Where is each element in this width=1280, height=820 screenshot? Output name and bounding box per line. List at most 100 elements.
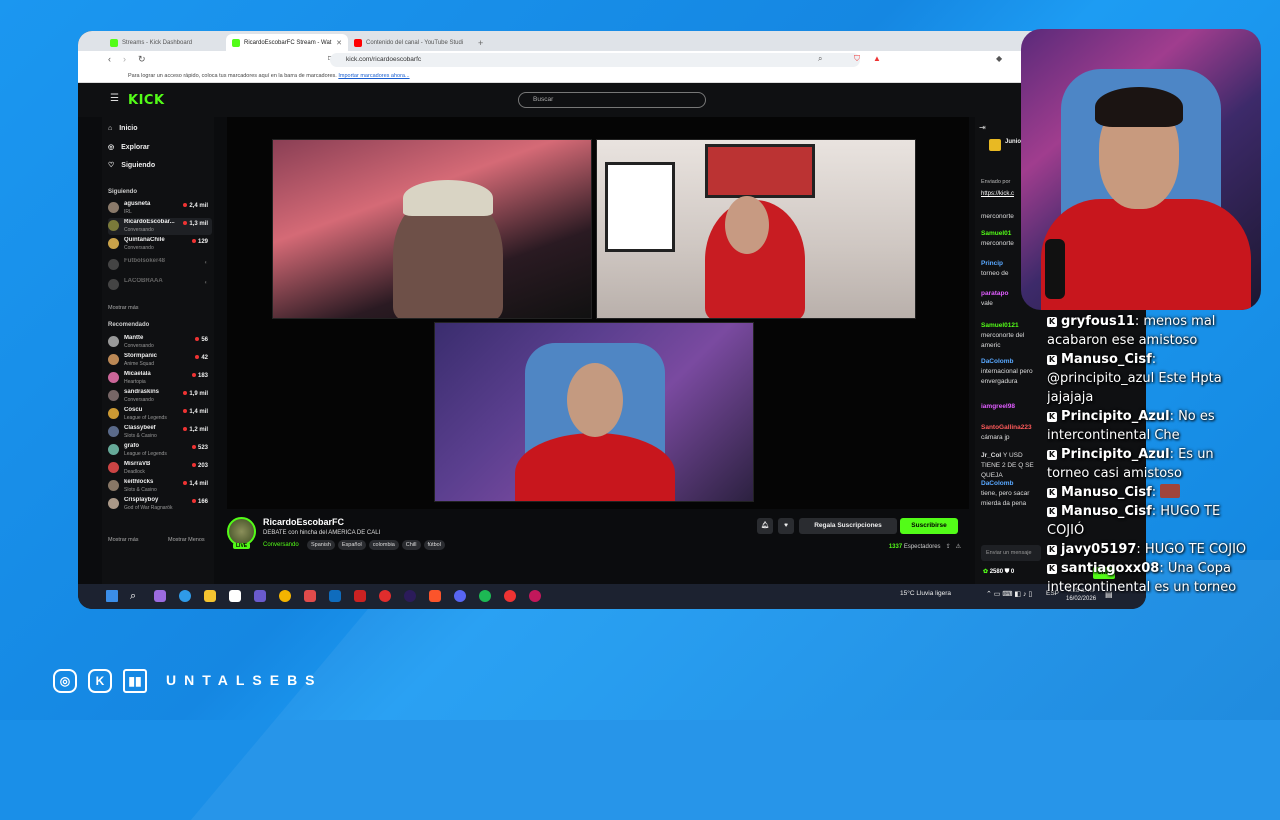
stream-category[interactable]: Conversando — [263, 542, 299, 548]
windows-start-icon[interactable] — [106, 590, 118, 602]
recommended-channel[interactable]: Coscu League of Legends 1,4 mil — [108, 406, 212, 423]
tag[interactable]: Chill — [401, 540, 421, 550]
recommended-channel[interactable]: keithlocks Slots & Casino 1,4 mil — [108, 478, 212, 495]
show-less-link[interactable]: Mostrar Menos — [168, 537, 205, 543]
import-bookmarks-link[interactable]: Importar marcadores ahora... — [338, 73, 409, 79]
recommended-channel[interactable]: Mantte Conversando 56 — [108, 334, 212, 351]
chat-message: iamgreel98 — [981, 402, 1041, 412]
pinned-note: Enviado por — [981, 179, 1011, 185]
tag[interactable]: fútbol — [423, 540, 445, 550]
pinned-link[interactable]: https://kick.c — [981, 191, 1014, 197]
bell-icon[interactable]: 🔔︎ — [757, 518, 773, 534]
recommended-channel[interactable]: MisrraVB Deadlock 203 — [108, 460, 212, 477]
store-icon[interactable] — [254, 590, 266, 602]
address-bar-row: ‹ › ↻ ⌑ kick.com/ricardoescobarfc ⌕ ⛉ ▲ … — [78, 51, 1146, 69]
following-header: Siguiendo — [108, 189, 137, 195]
kick-logo[interactable]: KICK — [128, 93, 165, 108]
chat-user[interactable]: Samuel01 — [981, 230, 1011, 237]
forward-icon[interactable]: › — [123, 54, 126, 64]
recorder-icon[interactable] — [504, 590, 516, 602]
follow-heart-icon[interactable]: ♥ — [778, 518, 794, 534]
new-tab-button[interactable]: + — [472, 34, 486, 51]
chat-user: gryfous11 — [1061, 314, 1135, 329]
browser-tab-bar: Streams - Kick Dashboard RicardoEscobarF… — [78, 31, 1146, 51]
zoom-icon[interactable]: ⌕ — [818, 54, 822, 64]
spotify-icon[interactable] — [479, 590, 491, 602]
subscribe-button[interactable]: Suscribirse — [900, 518, 958, 534]
chat-user[interactable]: DaColomb — [981, 358, 1014, 365]
chat-input[interactable]: Enviar un mensaje — [981, 545, 1041, 561]
chat-user[interactable]: Jr_Col — [981, 452, 1001, 459]
brave-shield-icon[interactable]: ⛉ — [854, 54, 860, 64]
app-icon[interactable] — [379, 590, 391, 602]
recommended-channel[interactable]: sandraskins Conversando 1,9 mil — [108, 388, 212, 405]
back-icon[interactable]: ‹ — [108, 54, 111, 64]
nav-inicio[interactable]: ⌂ Inicio — [108, 125, 138, 132]
nav-label: Siguiendo — [121, 161, 156, 169]
chat-text: HUGO TE COJIO — [1144, 542, 1247, 557]
viewer-label: Espectadores — [903, 544, 941, 550]
show-more-link[interactable]: Mostrar más — [108, 305, 139, 311]
video-player[interactable] — [227, 117, 969, 509]
tab-kick-dashboard[interactable]: Streams - Kick Dashboard — [104, 34, 226, 51]
obs-icon[interactable] — [404, 590, 416, 602]
chat-user[interactable]: Princip — [981, 260, 1003, 267]
channel-category: Anime Squad — [124, 361, 155, 367]
following-channel[interactable]: QuintanaChile Conversando 129 — [108, 236, 212, 253]
news-icon[interactable] — [354, 590, 366, 602]
file-explorer-icon[interactable] — [204, 590, 216, 602]
collapse-chat-icon[interactable]: ⇥ — [979, 123, 986, 132]
brave-icon[interactable] — [429, 590, 441, 602]
recommended-channel[interactable]: Stormpanic Anime Squad 42 — [108, 352, 212, 369]
weather-widget[interactable]: 15°C Lluvia ligera — [900, 590, 951, 597]
calendar-icon[interactable] — [229, 590, 241, 602]
search-input[interactable]: Buscar — [518, 92, 706, 108]
discord-icon[interactable] — [454, 590, 466, 602]
extension-icon[interactable]: ◆ — [996, 54, 1002, 63]
channel-name[interactable]: RicardoEscobarFC — [263, 517, 344, 527]
tag[interactable]: Español — [337, 540, 366, 550]
chat-user[interactable]: paratapo — [981, 290, 1008, 297]
chat-user[interactable]: Samuel0121 — [981, 322, 1019, 329]
channel-avatar[interactable] — [227, 517, 256, 546]
chrome-icon[interactable] — [279, 590, 291, 602]
viewer-count: 1,9 mil — [183, 391, 208, 397]
following-channel-offline[interactable]: LACOBRAAA ◐ — [108, 277, 212, 294]
nav-siguiendo[interactable]: ♡ Siguiendo — [108, 161, 156, 170]
show-more-link[interactable]: Mostrar más — [108, 537, 139, 543]
report-icon[interactable]: ⚠ — [956, 544, 961, 550]
points-value: 2580 — [989, 569, 1004, 575]
rewards-icon[interactable]: ▲ — [873, 54, 881, 63]
chat-user[interactable]: DaColomb — [981, 480, 1014, 487]
recommended-channel[interactable]: grafo League of Legends 523 — [108, 442, 212, 459]
recommended-channel[interactable]: Crisplayboy God of War Ragnarök 166 — [108, 496, 212, 513]
recommended-channel[interactable]: Micaelala Heartopia 183 — [108, 370, 212, 387]
following-channel[interactable]: agusneta IRL 2,4 mil — [108, 200, 212, 217]
reload-icon[interactable]: ↻ — [138, 54, 146, 65]
chat-user[interactable]: iamgreel98 — [981, 403, 1015, 410]
edge-icon[interactable] — [179, 590, 191, 602]
tab-youtube-studio[interactable]: Contenido del canal - YouTube Studi — [348, 34, 470, 51]
nav-explorar[interactable]: ◎ Explorar — [108, 143, 150, 152]
search-icon[interactable]: ⌕ — [130, 590, 142, 602]
photos-icon[interactable] — [304, 590, 316, 602]
following-channel[interactable]: RicardoEscobar... Conversando 1,3 mil — [108, 218, 212, 235]
share-icon[interactable]: ⇪ — [946, 544, 951, 550]
tag[interactable]: Spanish — [307, 540, 335, 550]
tray-icons[interactable]: ⌃ ▭ ⌨ ◧ ♪ ▯ — [986, 590, 1032, 598]
tab-stream[interactable]: RicardoEscobarFC Stream - Wat ✕ — [226, 34, 348, 51]
copilot-icon[interactable] — [154, 590, 166, 602]
outlook-icon[interactable] — [329, 590, 341, 602]
chat-user[interactable]: SantoGallina223 — [981, 424, 1032, 431]
gift-subs-button[interactable]: Regala Suscripciones — [799, 518, 897, 534]
app2-icon[interactable] — [529, 590, 541, 602]
chat-user: Manuso_Cisf — [1061, 504, 1152, 519]
following-channel-offline[interactable]: Futbolsoker48 ◐ — [108, 257, 212, 274]
recommended-channel[interactable]: Classybeef Slots & Casino 1,2 mil — [108, 424, 212, 441]
channel-category: Slots & Casino — [124, 487, 157, 493]
url-field[interactable]: kick.com/ricardoescobarfc — [330, 53, 860, 67]
tab-label: RicardoEscobarFC Stream - Wat — [244, 39, 332, 46]
close-tab-icon[interactable]: ✕ — [336, 39, 342, 47]
tag[interactable]: colombia — [368, 540, 399, 550]
menu-icon[interactable]: ☰ — [110, 93, 119, 104]
